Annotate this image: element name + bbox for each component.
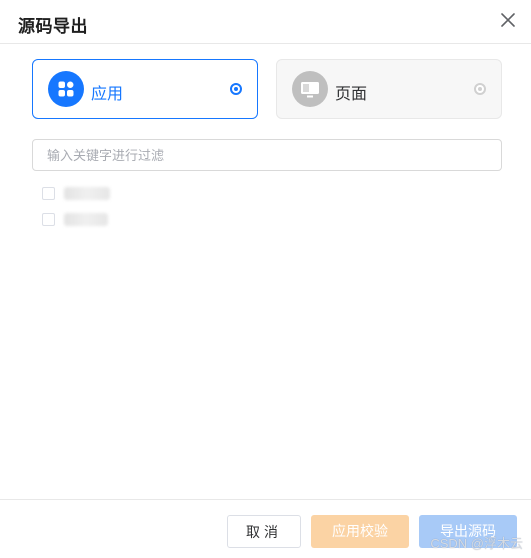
dialog-header: 源码导出 xyxy=(0,0,531,44)
tree-item-checkbox[interactable] xyxy=(42,187,55,200)
export-type-app-radio[interactable] xyxy=(230,83,242,95)
export-type-app-card[interactable]: 应用 xyxy=(32,59,258,119)
tree-item-label-redacted xyxy=(64,213,108,226)
export-type-selector: 应用 页面 xyxy=(32,59,502,119)
export-type-page-radio[interactable] xyxy=(474,83,486,95)
close-icon[interactable] xyxy=(499,11,517,29)
dialog-title: 源码导出 xyxy=(18,17,88,36)
export-type-page-card[interactable]: 页面 xyxy=(276,59,502,119)
filter-search-input[interactable] xyxy=(32,139,502,171)
app-grid-icon xyxy=(48,71,84,107)
tree-item[interactable] xyxy=(42,213,242,229)
page-monitor-icon xyxy=(292,71,328,107)
tree-item-label-redacted xyxy=(64,187,110,200)
dialog-footer: 取消 应用校验 导出源码 xyxy=(0,499,531,558)
export-type-page-label: 页面 xyxy=(335,86,368,103)
export-source-dialog: 源码导出 应用 页面 输入关键字进行过滤 取消 应用校验 导出源码 CSDN @… xyxy=(0,0,531,558)
cancel-button[interactable]: 取消 xyxy=(227,515,301,548)
export-type-app-label: 应用 xyxy=(91,86,124,103)
app-check-button[interactable]: 应用校验 xyxy=(311,515,409,548)
tree-item-checkbox[interactable] xyxy=(42,213,55,226)
tree-item[interactable] xyxy=(42,187,242,203)
export-source-button[interactable]: 导出源码 xyxy=(419,515,517,548)
